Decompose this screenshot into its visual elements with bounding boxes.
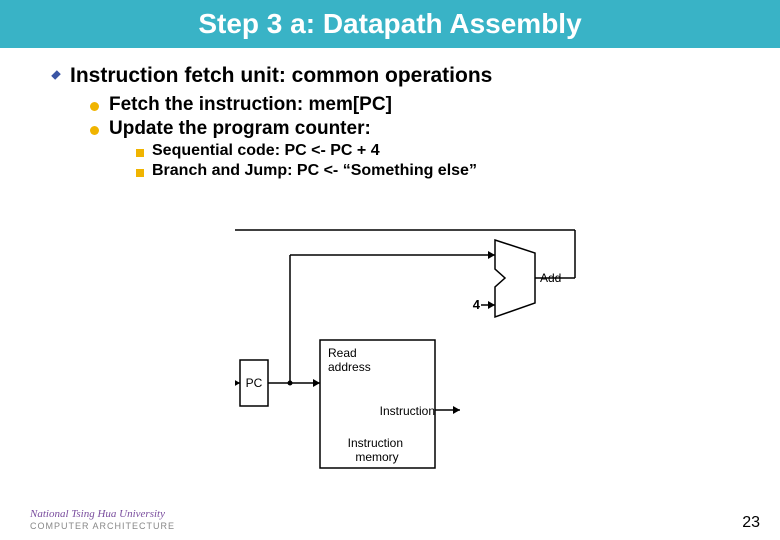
instruction-label: Instruction: [380, 404, 435, 418]
bullet-level3-text: Sequential code: PC <- PC + 4: [152, 142, 380, 160]
circle-bullet-icon: [90, 126, 99, 135]
content-area: Instruction fetch unit: common operation…: [0, 48, 780, 180]
bullet-level2-text: Update the program counter:: [109, 118, 371, 140]
diamond-bullet-icon: [50, 69, 60, 83]
pc-label: PC: [246, 376, 263, 390]
department-name: COMPUTER ARCHITECTURE: [30, 521, 175, 532]
constant-four: 4: [473, 297, 481, 312]
bullet-level1: Instruction fetch unit: common operation…: [50, 64, 740, 88]
instruction-memory-label: Instruction memory: [348, 436, 407, 464]
bullet-level1-text: Instruction fetch unit: common operation…: [70, 64, 492, 88]
slide-title: Step 3 a: Datapath Assembly: [198, 8, 581, 40]
bullet-level3-text: Branch and Jump: PC <- “Something else”: [152, 162, 477, 180]
footer-branding: National Tsing Hua University COMPUTER A…: [30, 508, 175, 532]
page-number: 23: [742, 514, 760, 532]
bullet-level3: Branch and Jump: PC <- “Something else”: [136, 162, 740, 180]
bullet-level2-text: Fetch the instruction: mem[PC]: [109, 94, 392, 116]
footer: National Tsing Hua University COMPUTER A…: [0, 508, 780, 532]
circle-bullet-icon: [90, 102, 99, 111]
university-name: National Tsing Hua University: [30, 508, 175, 521]
square-bullet-icon: [136, 169, 144, 177]
bullet-level2: Fetch the instruction: mem[PC]: [90, 94, 740, 116]
datapath-diagram: PC Read address Instruction Instruction …: [235, 225, 595, 485]
square-bullet-icon: [136, 149, 144, 157]
bullet-level3: Sequential code: PC <- PC + 4: [136, 142, 740, 160]
bullet-level2: Update the program counter:: [90, 118, 740, 140]
title-bar: Step 3 a: Datapath Assembly: [0, 0, 780, 48]
